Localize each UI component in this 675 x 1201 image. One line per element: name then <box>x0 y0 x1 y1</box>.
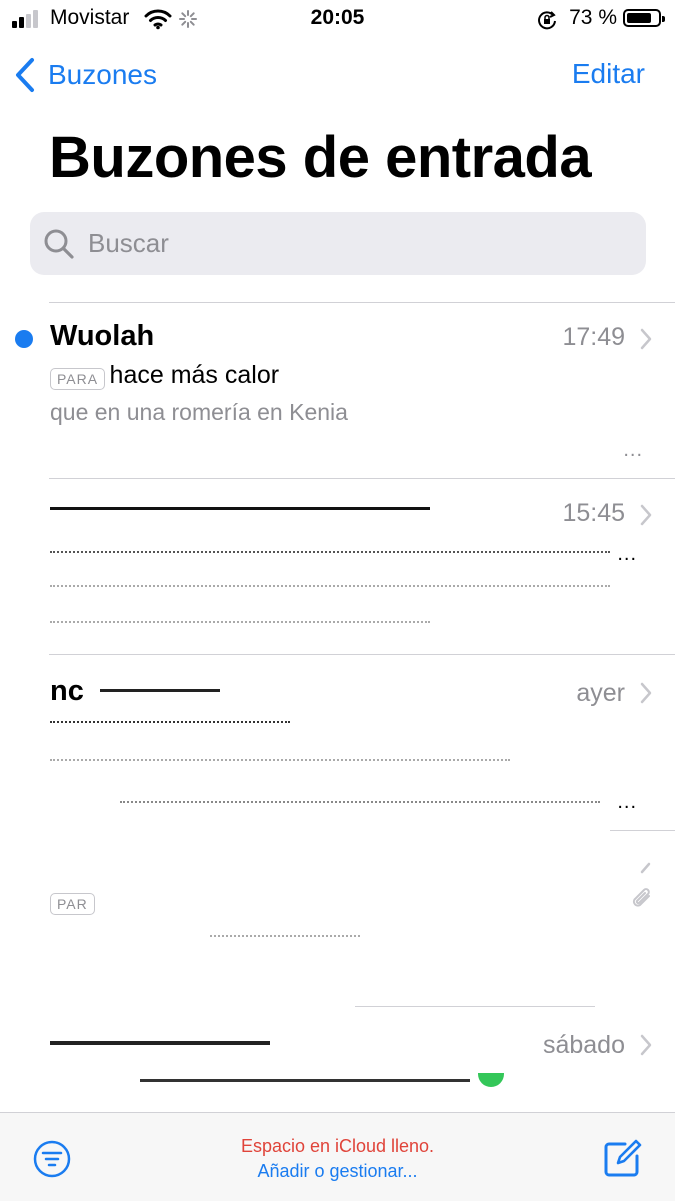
mail-row[interactable]: Wuolah 17:49 PARA hace más calor que en … <box>0 303 675 478</box>
more-indicator: ... <box>617 543 637 565</box>
mail-row[interactable]: 15:45 ... <box>0 479 675 654</box>
mail-row[interactable]: sábado <box>0 1007 675 1112</box>
chevron-right-icon <box>640 1034 652 1056</box>
redacted-preview <box>210 935 360 943</box>
mail-time: ayer <box>576 679 625 707</box>
battery-percentage: 73 % <box>569 6 617 29</box>
search-icon <box>44 229 74 259</box>
chevron-right-icon <box>640 504 652 526</box>
chevron-right-icon <box>640 328 652 350</box>
redacted-subject <box>50 721 290 729</box>
mail-sender: Wuolah <box>50 320 155 352</box>
compose-icon[interactable] <box>601 1138 643 1180</box>
unread-dot-icon <box>15 330 33 348</box>
recipient-badge: PAR <box>50 893 95 915</box>
mail-row[interactable]: nc ayer ... <box>0 655 675 830</box>
status-bar: Movistar 20:05 73 % <box>0 0 675 40</box>
page-title: Buzones de entrada <box>49 125 592 190</box>
back-button[interactable]: Buzones <box>14 55 157 95</box>
redacted-preview <box>50 585 610 595</box>
more-indicator: ... <box>617 791 637 813</box>
mail-time: sábado <box>542 1031 625 1059</box>
chevron-right-icon <box>640 682 652 704</box>
redacted-sender <box>50 1041 270 1051</box>
orientation-lock-icon <box>538 11 556 30</box>
recipient-badge: PARA <box>50 367 106 390</box>
chevron-right-icon <box>640 862 651 874</box>
chevron-left-icon <box>16 58 34 92</box>
mail-sender: nc <box>50 675 84 707</box>
more-indicator: ... <box>623 439 643 461</box>
manage-storage-link[interactable]: Añadir o gestionar... <box>0 1161 675 1182</box>
search-input[interactable] <box>86 227 610 260</box>
edit-button[interactable]: Editar <box>572 58 645 90</box>
redacted-preview <box>50 621 430 631</box>
green-heart-icon <box>478 1073 504 1087</box>
battery-icon <box>623 9 665 27</box>
redacted-subject <box>140 1079 470 1088</box>
redacted-subject <box>50 551 610 559</box>
redacted-sender <box>100 689 220 698</box>
paperclip-icon <box>632 888 650 907</box>
back-button-label: Buzones <box>48 59 157 90</box>
mail-time: 17:49 <box>562 323 625 351</box>
mail-preview: que en una romería en Kenia <box>50 399 348 425</box>
mail-subject: hace más calor <box>109 361 280 389</box>
search-bar[interactable] <box>30 212 646 275</box>
mail-time: 15:45 <box>562 499 625 527</box>
mail-row[interactable]: PAR <box>0 831 675 1006</box>
redacted-preview <box>120 801 600 809</box>
redacted-preview <box>50 759 510 767</box>
icloud-storage-warning: Espacio en iCloud lleno. <box>240 1136 435 1156</box>
redacted-sender <box>50 507 430 520</box>
